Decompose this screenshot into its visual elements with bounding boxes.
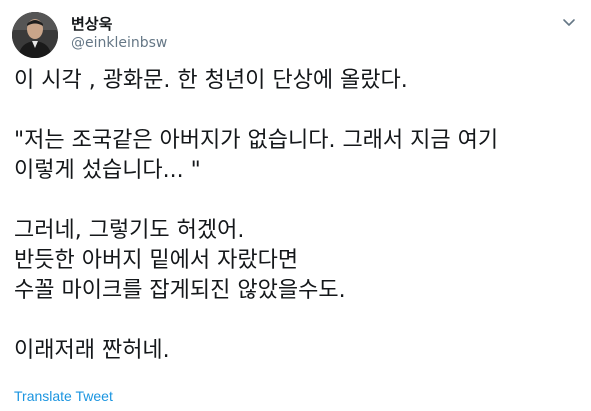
- chevron-down-icon[interactable]: [559, 12, 579, 32]
- translate-tweet-link[interactable]: Translate Tweet: [14, 388, 113, 404]
- tweet-line: 그러네, 그렇기도 허겠어.: [14, 218, 245, 243]
- tweet-text: 이 시각 , 광화문. 한 청년이 단상에 올랐다. "저는 조국같은 아버지가…: [14, 66, 579, 366]
- tweet-line: "저는 조국같은 아버지가 없습니다. 그래서 지금 여기: [14, 128, 499, 153]
- tweet-card: 변상욱 @einkleinbsw 이 시각 , 광화문. 한 청년이 단상에 올…: [0, 0, 591, 411]
- author-handle[interactable]: @einkleinbsw: [71, 35, 167, 51]
- avatar-photo-icon: [12, 12, 58, 58]
- tweet-line: 이렇게 섰습니다... ": [14, 158, 201, 183]
- avatar[interactable]: [12, 12, 58, 58]
- author-name[interactable]: 변상욱: [71, 13, 112, 34]
- tweet-line: 이 시각 , 광화문. 한 청년이 단상에 올랐다.: [14, 68, 408, 93]
- tweet-line: 이래저래 짠허네.: [14, 338, 170, 363]
- tweet-line: 반듯한 아버지 밑에서 자랐다면: [14, 248, 299, 273]
- tweet-line: 수꼴 마이크를 잡게되진 않았을수도.: [14, 278, 346, 303]
